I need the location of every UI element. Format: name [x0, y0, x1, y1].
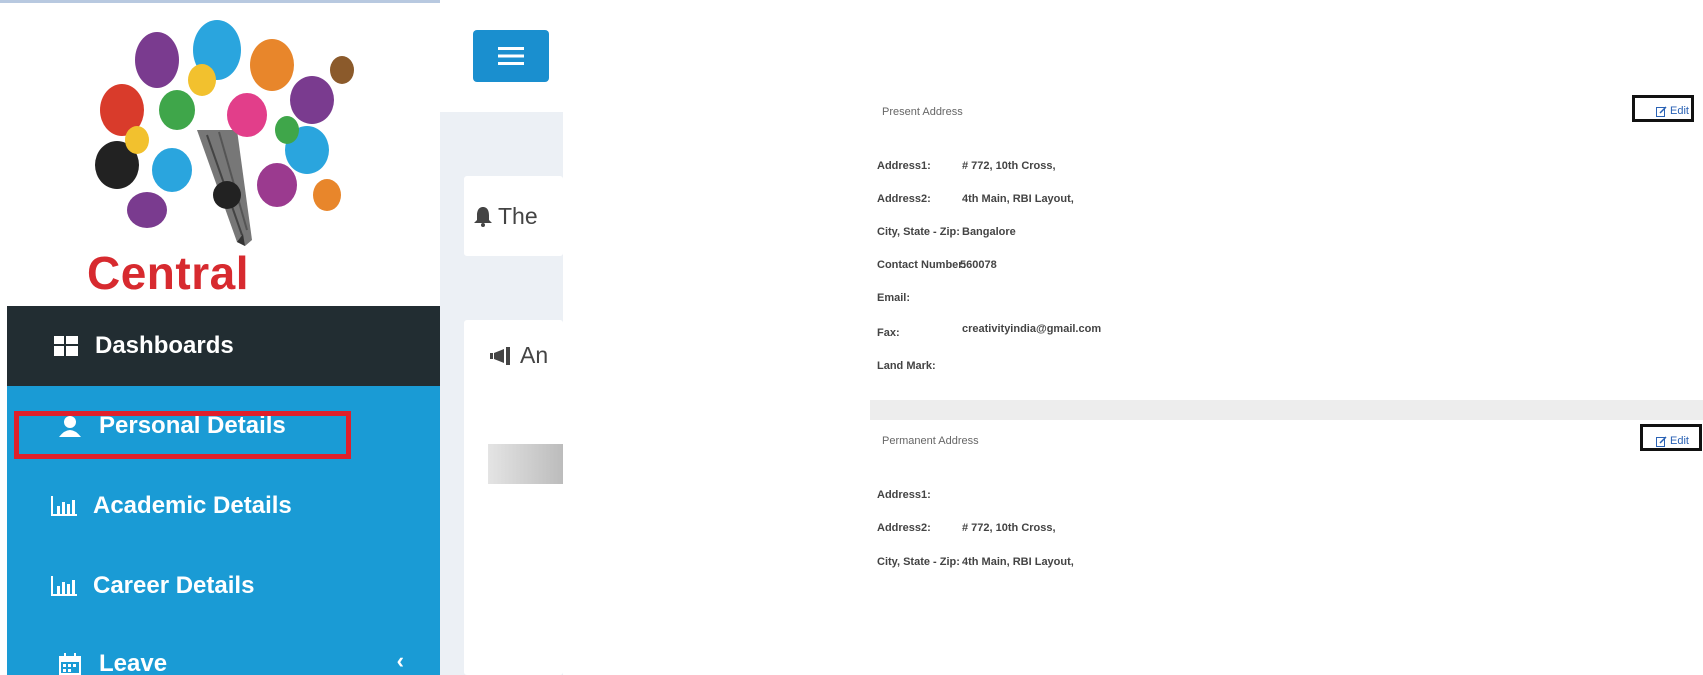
logo[interactable]: Central — [7, 6, 440, 306]
dashboard-icon — [51, 331, 81, 361]
field-label: City, State - Zip: — [877, 556, 960, 568]
image-placeholder — [488, 444, 563, 484]
permanent-address-title: Permanent Address — [882, 435, 979, 447]
present-address-card: Present Address Edit Address1: # 772, 10… — [870, 85, 1700, 403]
field-label: Address2: — [877, 522, 931, 534]
sidebar-item-label: Dashboards — [95, 332, 234, 359]
chevron-left-icon[interactable]: ‹ — [397, 648, 404, 674]
field-label: Land Mark: — [877, 360, 936, 372]
bar-chart-icon — [49, 491, 79, 521]
announcement-card: An — [464, 320, 563, 675]
sidebar-item-leave[interactable]: Leave ‹ — [7, 624, 440, 675]
sidebar-item-label: Career Details — [93, 572, 255, 599]
sidebar-item-career-details[interactable]: Career Details — [7, 546, 440, 626]
notification-text: The — [498, 202, 538, 229]
sidebar-item-label: Academic Details — [93, 492, 292, 519]
hamburger-icon — [498, 47, 524, 65]
field-value: 4th Main, RBI Layout, — [962, 556, 1074, 568]
calendar-icon — [55, 649, 85, 675]
field-value: creativityindia@gmail.com — [962, 323, 1102, 335]
field-label: Address2: — [877, 193, 931, 205]
bar-chart-icon — [49, 571, 79, 601]
field-label: Contact Number: — [877, 259, 967, 271]
top-border — [0, 0, 440, 3]
field-value: 560078 — [960, 259, 997, 271]
sidebar-nav: Dashboards Personal Details Academic Det… — [7, 306, 440, 675]
main-content: The An — [440, 0, 563, 675]
app-screenshot-left: Central Dashboards Personal Details Acad… — [0, 0, 563, 675]
field-label: City, State - Zip: — [877, 226, 960, 238]
top-navbar — [440, 0, 563, 112]
logo-text: Central — [87, 247, 249, 299]
menu-toggle-button[interactable] — [473, 30, 549, 82]
field-label: Address1: — [877, 489, 931, 501]
highlight-box — [14, 411, 351, 459]
announcement-title: An — [520, 342, 549, 368]
edit-highlight-box — [1632, 95, 1694, 122]
sidebar-item-dashboards[interactable]: Dashboards — [7, 306, 440, 386]
bell-icon — [472, 205, 494, 227]
field-value: Bangalore — [962, 226, 1016, 238]
permanent-address-card: Permanent Address Edit Address1: Address… — [870, 420, 1703, 600]
edit-highlight-box — [1640, 424, 1702, 451]
sidebar-item-label: Leave — [99, 650, 168, 675]
field-label: Email: — [877, 292, 911, 304]
field-label: Address1: — [877, 160, 931, 172]
field-label: Fax: — [877, 327, 900, 339]
field-value: # 772, 10th Cross, — [962, 522, 1056, 534]
field-value: 4th Main, RBI Layout, — [962, 193, 1074, 205]
address-details-panel: Present Address Edit Address1: # 772, 10… — [870, 85, 1703, 600]
present-address-title: Present Address — [882, 106, 963, 118]
sidebar-item-academic-details[interactable]: Academic Details — [7, 466, 440, 546]
notification-card[interactable]: The — [464, 176, 563, 256]
megaphone-icon — [490, 346, 516, 366]
field-value: # 772, 10th Cross, — [962, 160, 1056, 172]
logo-tree-icon — [95, 20, 354, 246]
